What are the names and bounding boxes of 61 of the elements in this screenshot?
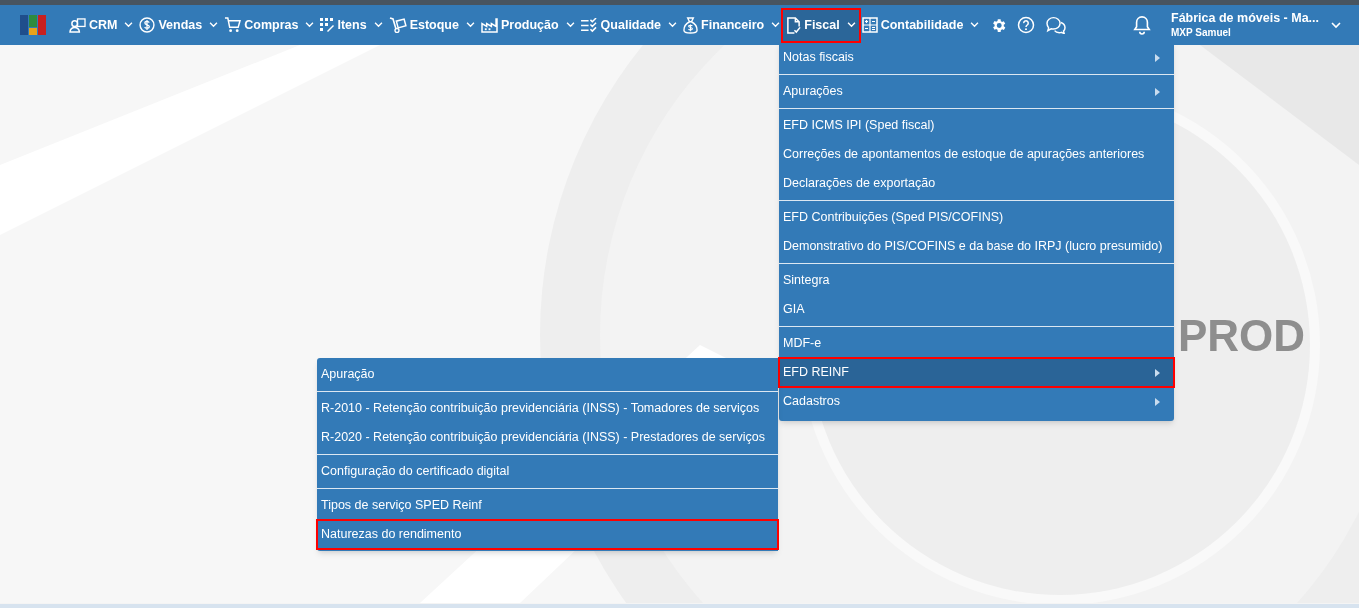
background-label: PROD [1178,310,1306,362]
nav-menu-item[interactable]: Fiscal [783,9,859,41]
menu-item[interactable]: Configuração do certificado digital [317,455,778,488]
nav-menu-item[interactable]: Vendas [136,9,222,41]
menu-item[interactable]: R-2010 - Retenção contribuição previdenciária (INSS) - Tomadores de serviços [317,394,778,423]
menu-item[interactable]: Apuração [317,358,778,391]
caret-icon [565,22,575,28]
nav-menu-item[interactable]: Qualidade [577,9,681,41]
nav-menu-item[interactable]: Compras [221,9,318,41]
chat-icon[interactable] [1045,16,1068,34]
submenu-arrow-icon [1155,368,1160,377]
caret-icon [124,22,134,28]
notification-bell-icon[interactable] [1133,15,1152,35]
nav-menu-item[interactable]: Financeiro [680,9,784,41]
caret-icon [846,22,856,28]
menu-item[interactable]: EFD REINF [779,358,1174,387]
submenu-arrow-icon [1155,87,1160,96]
nav-menu-item[interactable]: Estoque [385,9,478,41]
caret-icon [970,22,980,28]
company-name[interactable]: Fábrica de móveis - Ma... [1171,10,1319,27]
nav-menu-item[interactable]: Contabilidade [858,9,983,41]
caret-icon [373,22,383,28]
document-check-icon [786,16,802,34]
nav-menu-item[interactable]: Produção [477,9,578,41]
logo-icon[interactable] [20,15,46,35]
checklist-icon [580,17,598,33]
nav-menu-item[interactable]: Itens [317,9,386,41]
menu-item[interactable]: Tipos de serviço SPED Reinf [317,491,778,520]
caret-icon[interactable] [1331,21,1341,29]
menu-item[interactable]: EFD ICMS IPI (Sped fiscal) [779,111,1174,140]
hand-truck-icon [388,17,407,33]
contacts-icon [69,17,86,33]
menu-item[interactable]: GIA [779,295,1174,324]
submenu-arrow-icon [1155,397,1160,406]
caret-icon [209,22,219,28]
money-bag-icon [683,16,699,34]
menu-item[interactable]: Cadastros [779,387,1174,416]
dollar-circle-icon [139,17,156,33]
caret-icon [771,22,781,28]
settings-icon[interactable] [990,16,1008,34]
grid-icon [320,18,335,32]
menu-item[interactable]: Naturezas do rendimento [317,520,778,549]
menu-item[interactable]: Demonstrativo do PIS/COFINS e da base do IRPJ (lucro presumido) [779,232,1174,261]
cart-icon [224,17,242,33]
help-icon[interactable] [1017,16,1036,34]
user-name: MXP Samuel [1171,26,1232,40]
caret-icon [305,22,315,28]
menu-item[interactable]: Apurações [779,75,1174,108]
menu-item[interactable]: EFD Contribuições (Sped PIS/COFINS) [779,203,1174,232]
menu-item[interactable]: R-2020 - Retenção contribuição previdenciária (INSS) - Prestadores de serviços [317,423,778,452]
caret-icon [465,22,475,28]
menu-item[interactable]: Sintegra [779,266,1174,295]
menu-item[interactable]: Notas fiscais [779,41,1174,74]
menu-item[interactable]: Correções de apontamentos de estoque de apurações anteriores [779,140,1174,169]
caret-icon [668,22,678,28]
factory-icon [480,17,498,33]
calculator-icon [861,17,878,33]
submenu-arrow-icon [1155,53,1160,62]
nav-menu-item[interactable]: CRM [66,9,137,41]
menu-item[interactable]: Declarações de exportação [779,169,1174,198]
menu-item[interactable]: MDF-e [779,329,1174,358]
